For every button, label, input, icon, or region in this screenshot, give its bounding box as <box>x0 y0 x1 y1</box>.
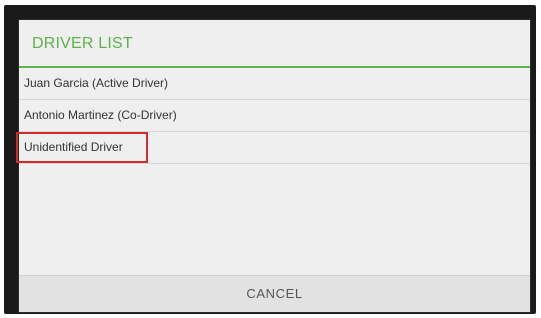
driver-item-label: Antonio Martinez (Co-Driver) <box>24 108 177 122</box>
cancel-button[interactable]: CANCEL <box>19 275 530 312</box>
dialog-title: DRIVER LIST <box>32 35 133 52</box>
driver-item-unidentified-driver[interactable]: Unidentified Driver <box>16 132 530 164</box>
driver-item-label: Juan Garcia (Active Driver) <box>24 76 169 90</box>
driver-item-antonio-martinez[interactable]: Antonio Martinez (Co-Driver) <box>19 100 530 132</box>
driver-list: Juan Garcia (Active Driver) Antonio Mart… <box>16 68 530 164</box>
device-frame: DRIVER LIST Juan Garcia (Active Driver) … <box>4 5 536 314</box>
screen-background: DRIVER LIST Juan Garcia (Active Driver) … <box>0 0 541 318</box>
driver-item-juan-garcia[interactable]: Juan Garcia (Active Driver) <box>19 68 530 100</box>
driver-list-dialog: DRIVER LIST Juan Garcia (Active Driver) … <box>16 20 530 312</box>
cancel-button-label: CANCEL <box>246 286 303 301</box>
driver-item-label: Unidentified Driver <box>24 140 123 154</box>
dialog-header: DRIVER LIST <box>19 20 530 68</box>
